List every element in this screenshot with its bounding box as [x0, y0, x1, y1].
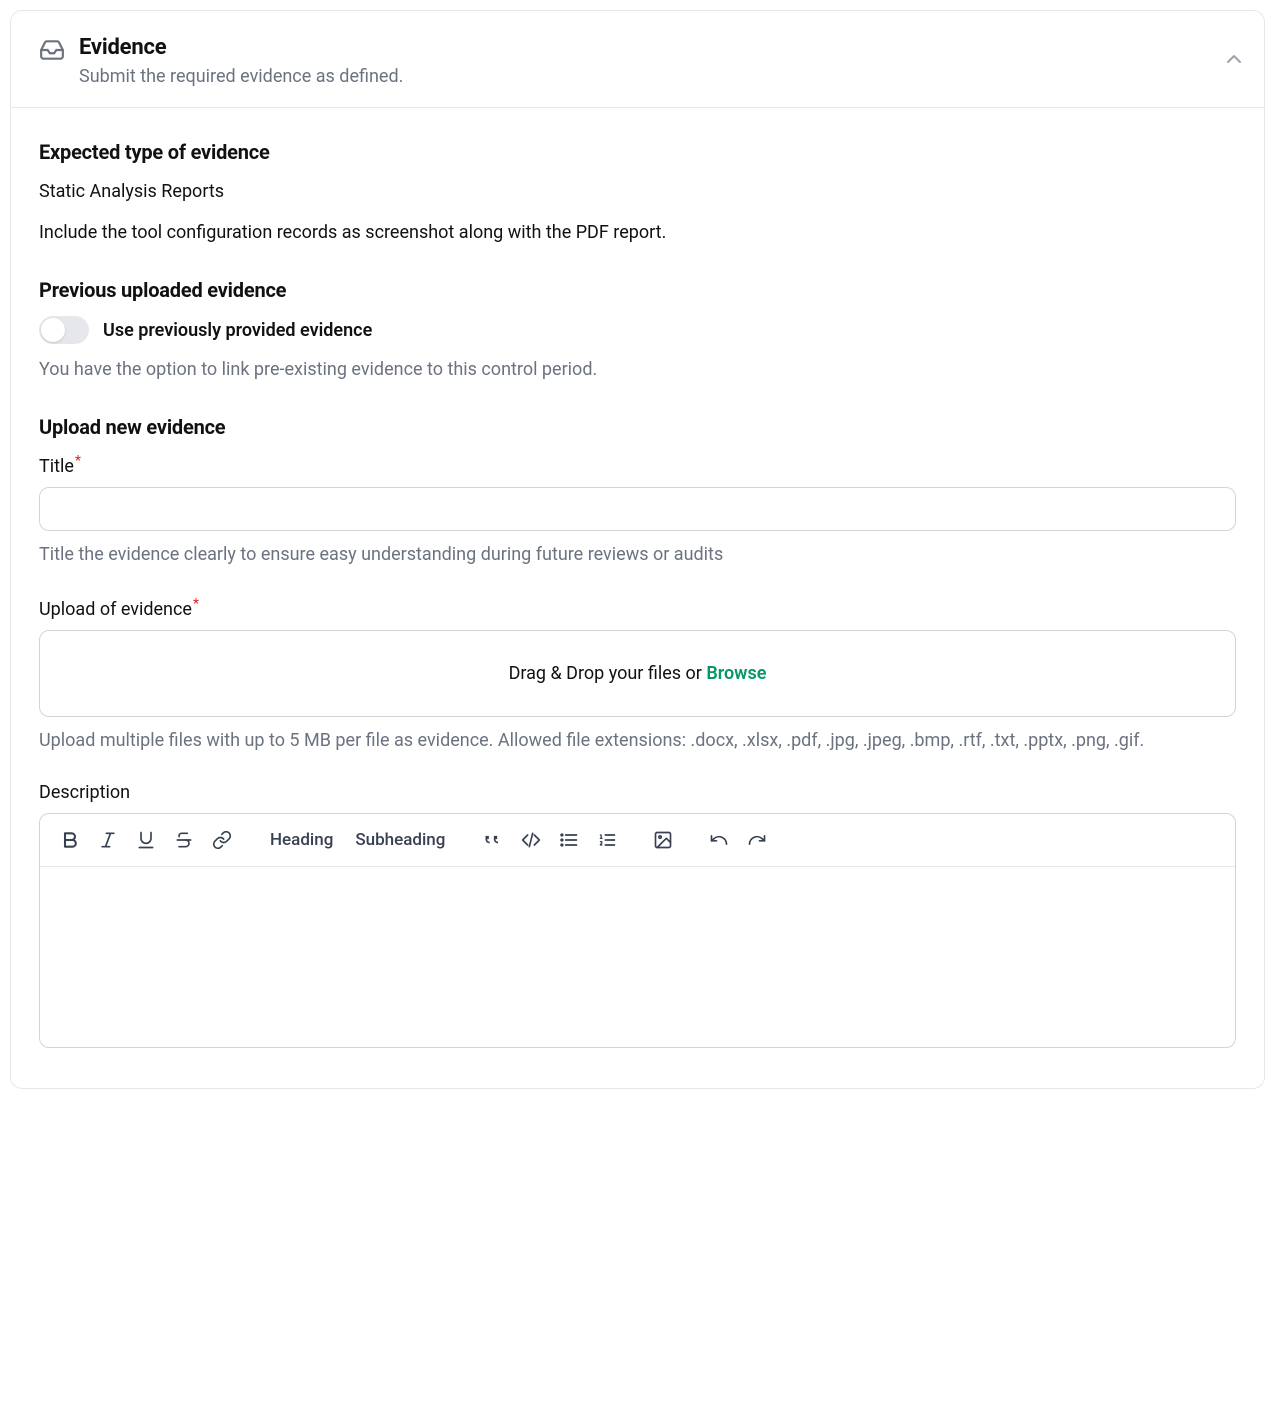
chevron-up-icon	[1222, 47, 1246, 71]
description-label: Description	[39, 782, 1236, 803]
bold-button[interactable]	[54, 824, 86, 856]
expected-heading: Expected type of evidence	[39, 140, 1236, 164]
required-indicator: *	[75, 453, 81, 469]
underline-icon	[136, 830, 156, 850]
code-icon	[521, 830, 541, 850]
quote-icon	[483, 830, 503, 850]
toggle-knob	[41, 318, 65, 342]
card-title: Evidence	[79, 35, 1236, 60]
subheading-button[interactable]: Subheading	[347, 826, 453, 854]
dropzone-text: Drag & Drop your files or	[509, 663, 707, 684]
collapse-button[interactable]	[1222, 47, 1246, 71]
title-label: Title*	[39, 453, 1236, 477]
bullet-list-button[interactable]	[553, 824, 585, 856]
upload-label: Upload of evidence*	[39, 596, 1236, 620]
card-header: Evidence Submit the required evidence as…	[11, 11, 1264, 108]
expected-instruction: Include the tool configuration records a…	[39, 219, 1236, 246]
rich-text-editor: Heading Subheading	[39, 813, 1236, 1048]
file-dropzone[interactable]: Drag & Drop your files or Browse	[39, 630, 1236, 717]
upload-heading: Upload new evidence	[39, 415, 1236, 439]
use-previous-label: Use previously provided evidence	[103, 320, 372, 341]
heading-button[interactable]: Heading	[262, 826, 341, 854]
italic-button[interactable]	[92, 824, 124, 856]
upload-helper: Upload multiple files with up to 5 MB pe…	[39, 727, 1236, 754]
italic-icon	[98, 830, 118, 850]
editor-toolbar: Heading Subheading	[40, 814, 1235, 867]
undo-button[interactable]	[703, 824, 735, 856]
underline-button[interactable]	[130, 824, 162, 856]
evidence-card: Evidence Submit the required evidence as…	[10, 10, 1265, 1089]
image-button[interactable]	[647, 824, 679, 856]
title-input[interactable]	[39, 487, 1236, 531]
description-textarea[interactable]	[40, 867, 1235, 1047]
redo-button[interactable]	[741, 824, 773, 856]
link-button[interactable]	[206, 824, 238, 856]
previous-heading: Previous uploaded evidence	[39, 278, 1236, 302]
numbered-list-icon	[597, 830, 617, 850]
upload-label-text: Upload of evidence	[39, 599, 192, 620]
card-body: Expected type of evidence Static Analysi…	[11, 108, 1264, 1088]
title-label-text: Title	[39, 456, 74, 477]
redo-icon	[747, 830, 767, 850]
previous-helper: You have the option to link pre-existing…	[39, 356, 1236, 383]
title-helper: Title the evidence clearly to ensure eas…	[39, 541, 1236, 568]
inbox-icon	[39, 37, 65, 63]
image-icon	[653, 830, 673, 850]
quote-button[interactable]	[477, 824, 509, 856]
bullet-list-icon	[559, 830, 579, 850]
required-indicator: *	[193, 596, 199, 612]
browse-link[interactable]: Browse	[706, 663, 766, 684]
undo-icon	[709, 830, 729, 850]
link-icon	[212, 830, 232, 850]
strikethrough-button[interactable]	[168, 824, 200, 856]
expected-type: Static Analysis Reports	[39, 178, 1236, 205]
use-previous-toggle[interactable]	[39, 316, 89, 344]
numbered-list-button[interactable]	[591, 824, 623, 856]
card-subtitle: Submit the required evidence as defined.	[79, 66, 1236, 87]
code-button[interactable]	[515, 824, 547, 856]
strikethrough-icon	[174, 830, 194, 850]
bold-icon	[60, 830, 80, 850]
